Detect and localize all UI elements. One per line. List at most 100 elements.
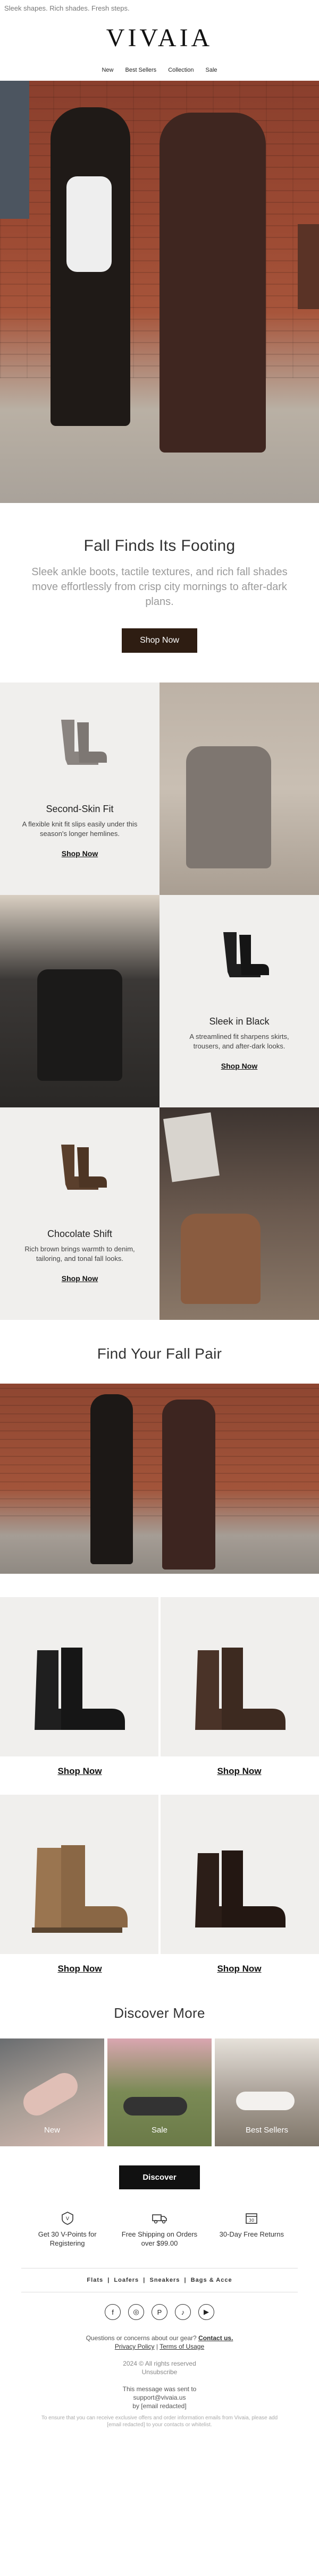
category-link-loafers[interactable]: Loafers: [114, 2277, 139, 2283]
benefit-item: 30 30-Day Free Returns: [209, 2211, 294, 2248]
separator: |: [156, 2343, 158, 2350]
intro-section: Fall Finds Its Footing Sleek ankle boots…: [0, 503, 319, 683]
feature-title: Second-Skin Fit: [46, 804, 114, 814]
product-image: [161, 1795, 319, 1954]
feature-lifestyle-image[interactable]: [160, 1107, 319, 1320]
discover-heading-section: Discover More: [0, 1992, 319, 2038]
facebook-icon[interactable]: f: [105, 2304, 121, 2320]
pinterest-icon[interactable]: P: [152, 2304, 167, 2320]
intro-title: Fall Finds Its Footing: [83, 537, 236, 555]
separator: |: [105, 2277, 114, 2283]
nav-item-new[interactable]: New: [102, 67, 113, 73]
svg-text:V: V: [66, 2216, 70, 2222]
feature-desc: A streamlined fit sharpens skirts, trous…: [189, 1033, 289, 1050]
model-left-shirt: [66, 176, 112, 272]
category-links: Flats | Loafers | Sneakers | Bags & Acce: [0, 2277, 319, 2283]
benefit-text: 30-Day Free Returns: [219, 2230, 284, 2238]
feature-shop-now-link[interactable]: Shop Now: [160, 1062, 319, 1070]
svg-text:30: 30: [249, 2218, 254, 2223]
feature-desc: A flexible knit fit slips easily under t…: [22, 820, 138, 838]
preheader-text: Sleek shapes. Rich shades. Fresh steps.: [4, 4, 130, 12]
feature-shop-now-link[interactable]: Shop Now: [0, 849, 160, 858]
product-image: [161, 1597, 319, 1756]
discover-tiles: New Sale Best Sellers: [0, 2038, 319, 2146]
brick-wall: [0, 1384, 319, 1516]
intro-shop-now-button[interactable]: Shop Now: [122, 628, 197, 653]
product-card[interactable]: Shop Now: [0, 1795, 160, 1992]
benefit-item: V Get 30 V-Points for Registering: [25, 2211, 110, 2248]
hero-image[interactable]: [0, 81, 319, 503]
whitelist-notice: To ensure that you can receive exclusive…: [41, 2415, 278, 2428]
footer-legal-line: Privacy Policy | Terms of Usage: [0, 2342, 319, 2351]
feature-title: Sleek in Black: [209, 1016, 270, 1027]
feature-lifestyle-image[interactable]: [0, 895, 160, 1107]
email-page: Sleek shapes. Rich shades. Fresh steps. …: [0, 0, 319, 2444]
terms-link[interactable]: Terms of Usage: [160, 2343, 204, 2350]
product-shop-now-link[interactable]: Shop Now: [160, 1766, 319, 1777]
discover-tile-label: Best Sellers: [245, 2126, 289, 2135]
product-card[interactable]: Shop Now: [0, 1597, 160, 1795]
discover-tile-best-sellers[interactable]: Best Sellers: [215, 2038, 319, 2146]
product-shop-now-link[interactable]: Shop Now: [0, 1766, 160, 1777]
product-shop-now-link[interactable]: Shop Now: [0, 1964, 160, 1974]
category-link-flats[interactable]: Flats: [87, 2277, 103, 2283]
separator: |: [141, 2277, 150, 2283]
top-nav: New Best Sellers Collection Sale: [0, 59, 319, 81]
category-link-sneakers[interactable]: Sneakers: [149, 2277, 180, 2283]
discover-tile-new[interactable]: New: [0, 2038, 104, 2146]
feature-shop-now-link[interactable]: Shop Now: [0, 1274, 160, 1283]
pair-heading-section: Find Your Fall Pair: [0, 1320, 319, 1384]
pair-hero-image[interactable]: [0, 1384, 319, 1574]
feature-card[interactable]: Second-Skin Fit A flexible knit fit slip…: [0, 683, 160, 895]
product-image: [0, 1597, 158, 1756]
nav-item-sale[interactable]: Sale: [206, 67, 217, 73]
product-image: [0, 1795, 158, 1954]
nav-item-collection[interactable]: Collection: [168, 67, 194, 73]
header: VIVAIA: [0, 16, 319, 59]
brand-logo[interactable]: VIVAIA: [106, 23, 213, 53]
sent-to-email: support@vivaia.us: [133, 2394, 186, 2401]
product-card[interactable]: Shop Now: [160, 1795, 319, 1992]
tiktok-icon[interactable]: ♪: [175, 2304, 191, 2320]
boot-photo: [181, 1214, 261, 1304]
unsubscribe-link[interactable]: Unsubscribe: [0, 2368, 319, 2376]
return-box-icon: 30: [246, 2213, 258, 2224]
copyright-text: 2024 © All rights reserved: [123, 2360, 196, 2367]
shoe-photo: [123, 2097, 187, 2116]
product-shop-now-link[interactable]: Shop Now: [160, 1964, 319, 1974]
feature-lifestyle-image[interactable]: [160, 683, 319, 895]
product-card[interactable]: Shop Now: [160, 1597, 319, 1795]
model-left: [90, 1394, 133, 1564]
discover-tile-sale[interactable]: Sale: [107, 2038, 212, 2146]
feature-desc: Rich brown brings warmth to denim, tailo…: [24, 1245, 135, 1263]
feature-card[interactable]: Sleek in Black A streamlined fit sharpen…: [160, 895, 319, 1107]
benefits-row: V Get 30 V-Points for Registering Free S…: [0, 2211, 319, 2248]
discover-tile-label: Sale: [151, 2126, 168, 2135]
window: [298, 224, 319, 309]
boot-image: [51, 714, 109, 773]
model-right: [162, 1400, 215, 1570]
benefit-text: Free Shipping on Orders over $99.00: [121, 2230, 198, 2247]
intro-subtitle: Sleek ankle boots, tactile textures, and…: [31, 566, 288, 608]
feature-card[interactable]: Chocolate Shift Rich brown brings warmth…: [0, 1107, 160, 1320]
feature-row: Chocolate Shift Rich brown brings warmth…: [0, 1107, 319, 1320]
youtube-icon[interactable]: ▶: [198, 2304, 214, 2320]
sent-by-text: by [email redacted]: [132, 2402, 187, 2410]
discover-cta-wrap: Discover: [0, 2146, 319, 2211]
category-link-bags[interactable]: Bags & Acce: [191, 2277, 232, 2283]
boot-image: [213, 927, 271, 985]
boot-image: [51, 1139, 109, 1198]
truck-icon: [152, 2214, 167, 2224]
contact-us-link[interactable]: Contact us.: [198, 2334, 233, 2342]
instagram-icon[interactable]: ◎: [128, 2304, 144, 2320]
privacy-policy-link[interactable]: Privacy Policy: [115, 2343, 155, 2350]
discover-button[interactable]: Discover: [119, 2165, 200, 2189]
separator: |: [182, 2277, 191, 2283]
nav-item-best-sellers[interactable]: Best Sellers: [125, 67, 156, 73]
feature-row: Second-Skin Fit A flexible knit fit slip…: [0, 683, 319, 895]
